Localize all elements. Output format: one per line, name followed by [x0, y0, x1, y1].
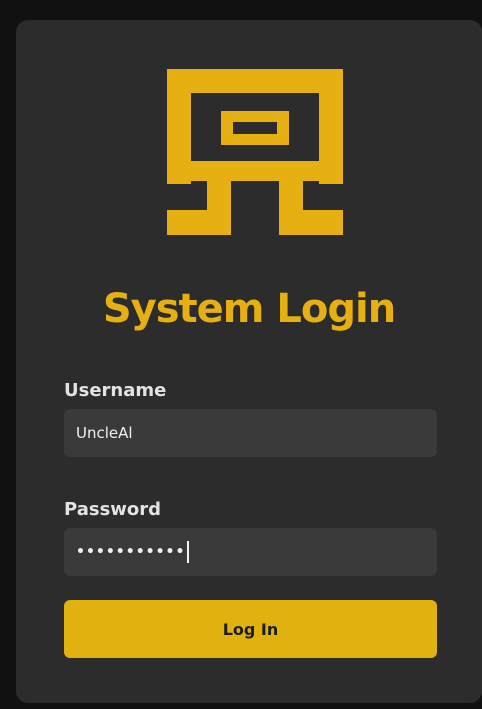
pixel-arch-logo-icon	[167, 69, 343, 235]
page-title: System Login	[102, 286, 396, 332]
password-label: Password	[64, 499, 162, 520]
username-value: UncleAl	[76, 424, 133, 442]
login-button[interactable]: Log In	[64, 600, 437, 658]
password-masked-value: •••••••••••	[76, 544, 186, 560]
username-label: Username	[64, 380, 167, 401]
login-card: System Login Username UncleAl Password •…	[16, 20, 482, 703]
password-field[interactable]: •••••••••••	[64, 528, 437, 576]
text-caret	[187, 541, 190, 563]
username-field[interactable]: UncleAl	[64, 409, 437, 457]
screenshot-frame: System Login Username UncleAl Password •…	[0, 0, 482, 709]
